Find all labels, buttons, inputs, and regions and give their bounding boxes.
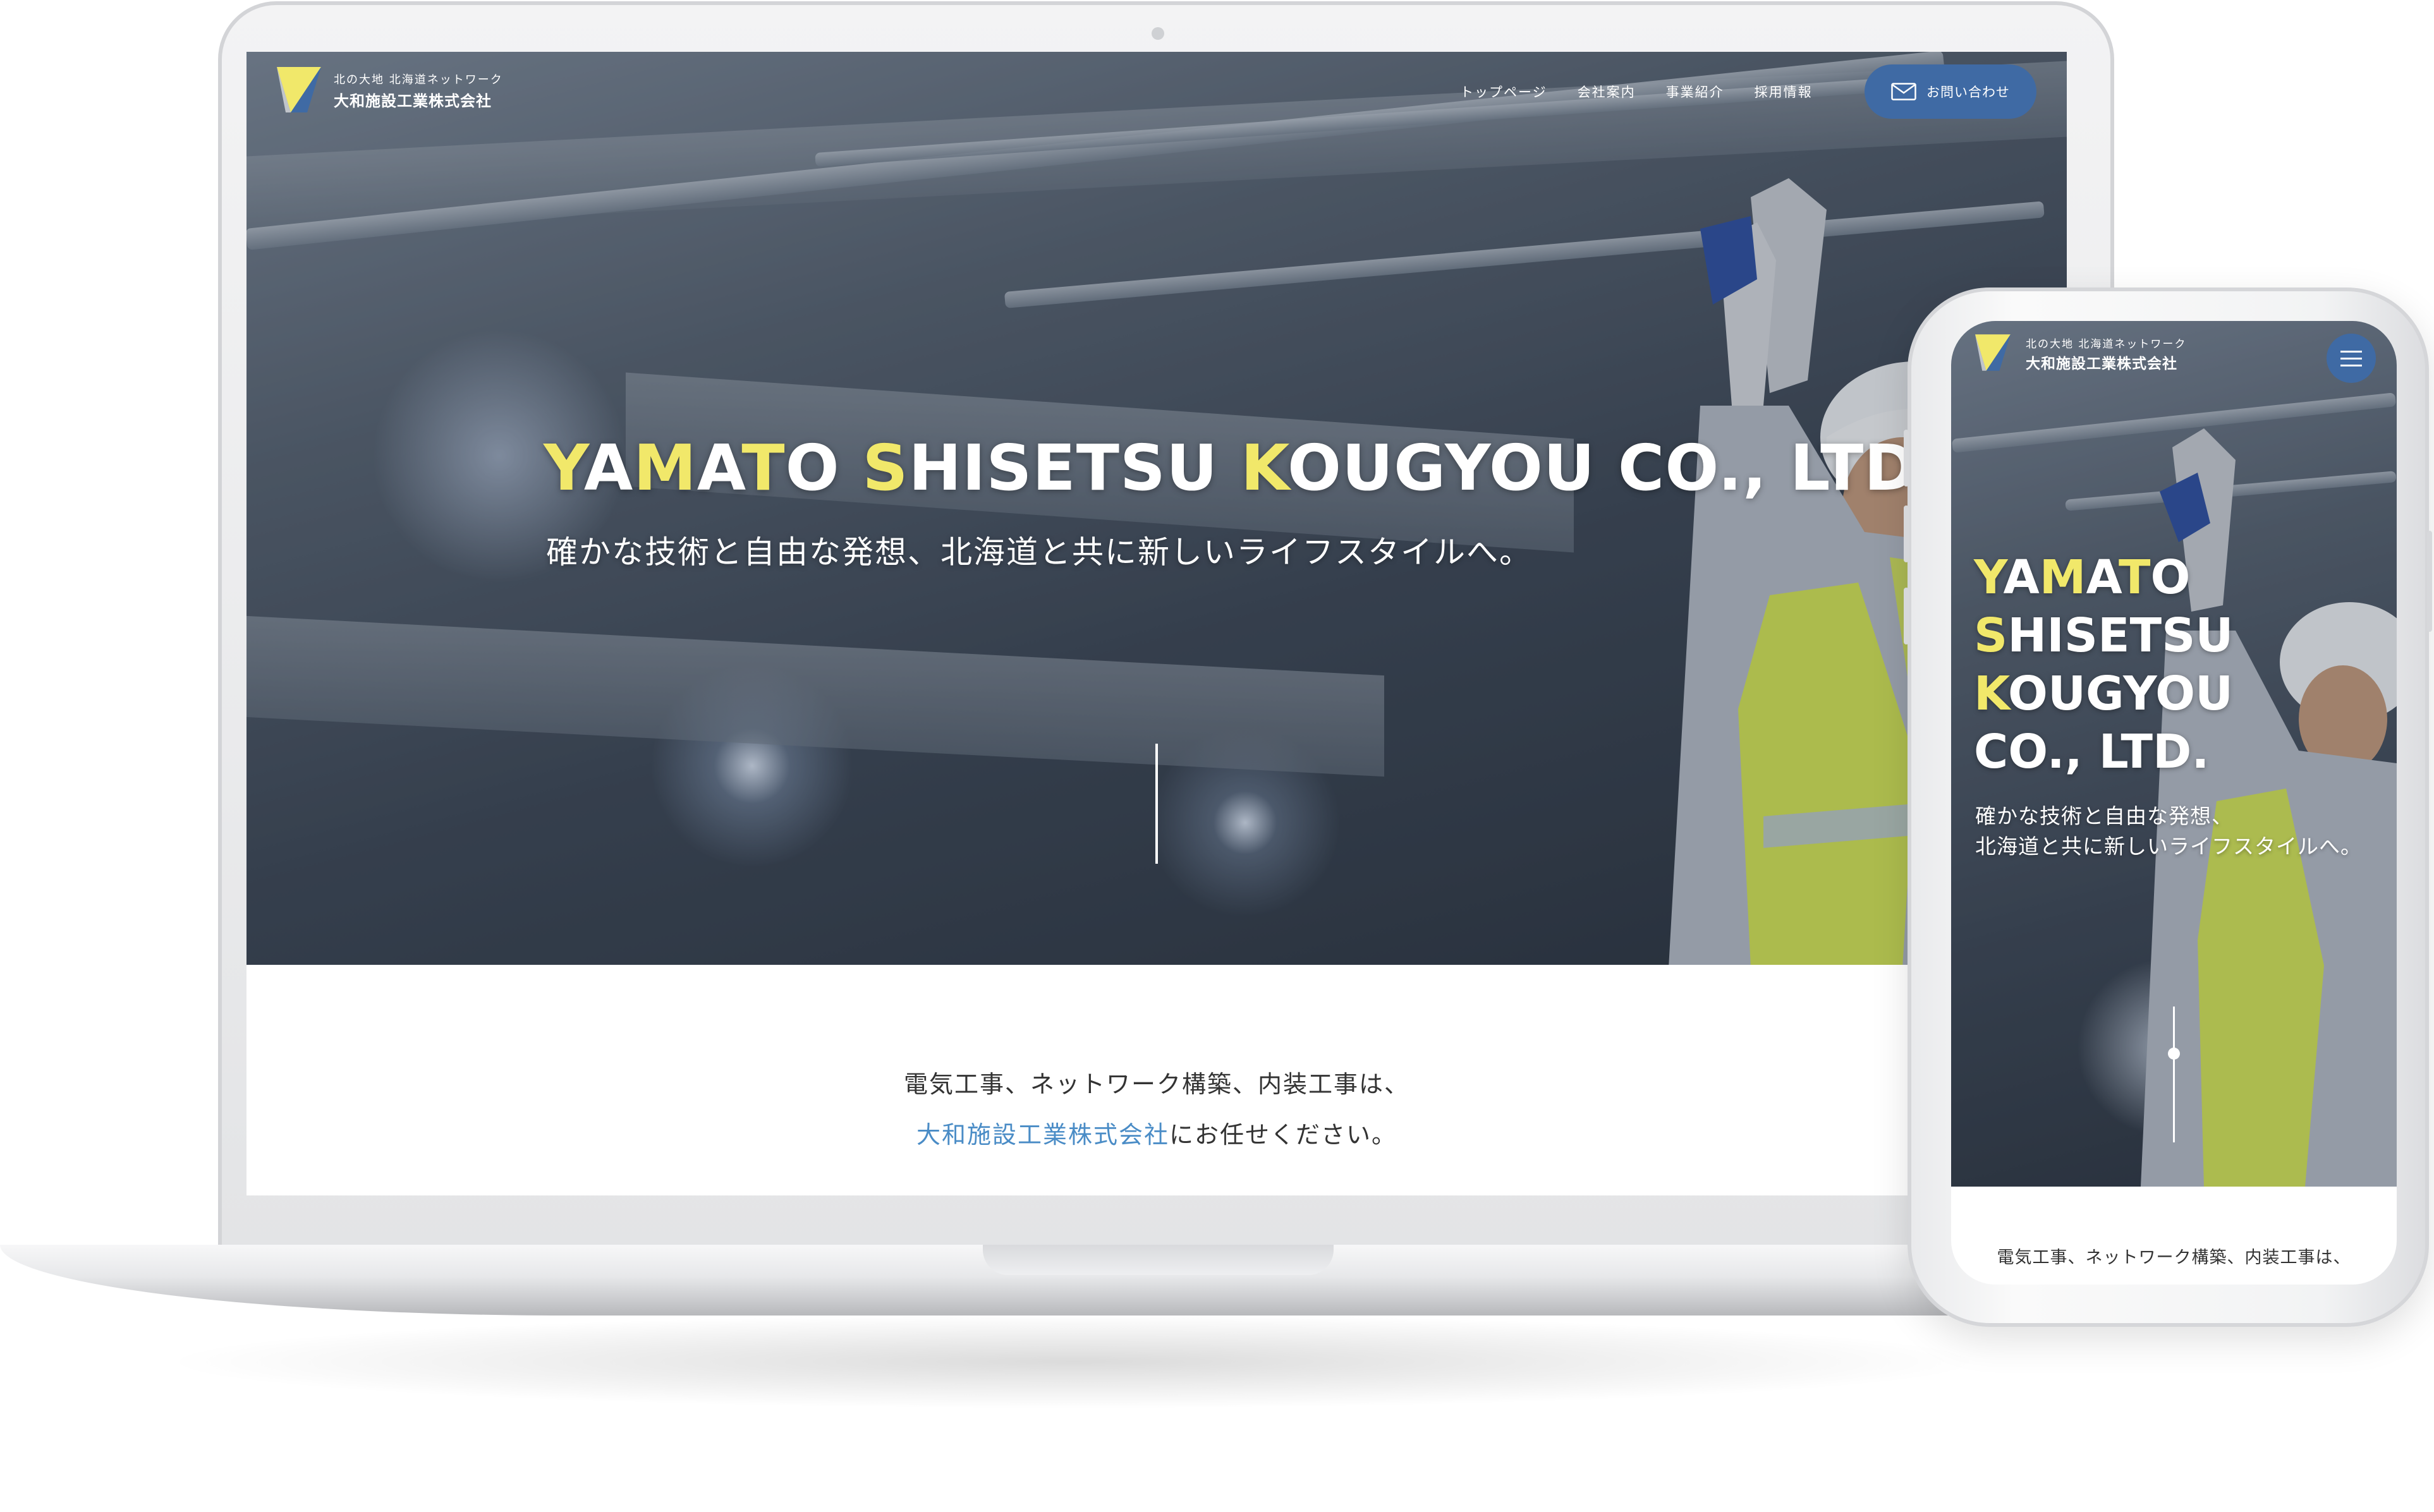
nav-item-recruit[interactable]: 採用情報 xyxy=(1755,82,1813,101)
scroll-indicator-dot xyxy=(2168,1048,2180,1060)
desktop-site-preview: 北の大地 北海道ネットワーク 大和施設工業株式会社 トップページ 会社案内 事業… xyxy=(246,52,2067,1195)
mobile-hero-subtitle: 確かな技術と自由な発想、 北海道と共に新しいライフスタイルへ。 xyxy=(1975,801,2380,862)
mobile-subtitle-line-1: 確かな技術と自由な発想、 xyxy=(1975,804,2233,828)
contact-button-label: お問い合わせ xyxy=(1926,85,2010,100)
intro-line-2: 大和施設工業株式会社にお任せください。 xyxy=(246,1115,2067,1150)
title-text: HISETSU xyxy=(908,431,1241,505)
mail-icon xyxy=(1891,83,1916,100)
hero-subtitle: 確かな技術と自由な発想、北海道と共に新しいライフスタイルへ。 xyxy=(546,534,1532,571)
logo-company-name[interactable]: 大和施設工業株式会社 xyxy=(334,88,492,111)
phone-side-button xyxy=(1904,505,1909,562)
mobile-hero-title: YAMATO SHISETSU KOUGYOU CO., LTD. xyxy=(1974,548,2353,781)
title-initial-letter: M xyxy=(2039,550,2086,605)
phone-power-button xyxy=(2427,531,2432,632)
title-initial-letter: S xyxy=(1974,608,2008,663)
title-text: OUGYOU xyxy=(2008,667,2234,721)
mobile-site-preview: 北の大地 北海道ネットワーク 大和施設工業株式会社 YAMATO SHISETSU… xyxy=(1951,321,2397,1285)
title-text: O xyxy=(785,431,863,505)
title-text: OUGYOU CO., LTD. xyxy=(1287,431,1942,505)
hamburger-menu-icon xyxy=(2340,358,2362,360)
title-initial-letter: S xyxy=(862,431,909,505)
laptop-shadow xyxy=(158,1314,1991,1409)
logo-tagline: 北の大地 北海道ネットワーク xyxy=(334,73,503,87)
title-text: A xyxy=(2086,550,2119,605)
title-initial-letter: T xyxy=(741,431,786,505)
hero-title: YAMATO SHISETSU KOUGYOU CO., LTD. xyxy=(544,431,1942,505)
title-text: O xyxy=(2150,550,2191,605)
logo-company-name[interactable]: 大和施設工業株式会社 xyxy=(2026,351,2177,373)
title-text: CO., LTD. xyxy=(1974,725,2210,779)
mobile-title-line: SHISETSU xyxy=(1974,607,2353,665)
intro-line-1: 電気工事、ネットワーク構築、内装工事は、 xyxy=(903,1070,1409,1098)
phone-side-button xyxy=(1904,430,1909,487)
title-initial-letter: Y xyxy=(1974,550,2004,605)
hero-section: 北の大地 北海道ネットワーク 大和施設工業株式会社 トップページ 会社案内 事業… xyxy=(246,52,2067,968)
title-text: A xyxy=(583,431,634,505)
intro-line-2-text: にお任せください。 xyxy=(1169,1121,1397,1149)
title-initial-letter: K xyxy=(1240,431,1287,505)
hamburger-menu-icon xyxy=(2340,365,2362,366)
laptop-camera xyxy=(1152,27,1164,40)
title-initial-letter: K xyxy=(1974,667,2009,721)
mobile-title-line: YAMATO xyxy=(1974,548,2353,607)
mobile-subtitle-line-2: 北海道と共に新しいライフスタイルへ。 xyxy=(1975,834,2362,859)
phone-side-button xyxy=(1904,588,1909,644)
title-initial-letter: Y xyxy=(544,431,584,505)
intro-section: 電気工事、ネットワーク構築、内装工事は、 大和施設工業株式会社にお任せください。 xyxy=(246,965,2067,1195)
main-nav: トップページ 会社案内 事業紹介 採用情報 xyxy=(1460,82,1813,101)
nav-item-top[interactable]: トップページ xyxy=(1460,82,1547,101)
laptop-notch xyxy=(983,1245,1334,1275)
title-text: HISETSU xyxy=(2007,608,2234,663)
title-text: A xyxy=(697,431,742,505)
title-initial-letter: M xyxy=(633,431,697,505)
intro-company-link[interactable]: 大和施設工業株式会社 xyxy=(916,1121,1169,1149)
title-text: A xyxy=(2003,550,2040,605)
scroll-indicator[interactable] xyxy=(1155,744,1158,864)
logo-tagline: 北の大地 北海道ネットワーク xyxy=(2026,338,2187,351)
mobile-title-line: CO., LTD. xyxy=(1974,723,2353,781)
nav-item-business[interactable]: 事業紹介 xyxy=(1666,82,1724,101)
title-initial-letter: T xyxy=(2118,550,2151,605)
site-header: 北の大地 北海道ネットワーク 大和施設工業株式会社 トップページ 会社案内 事業… xyxy=(246,52,2067,159)
mobile-title-line: KOUGYOU xyxy=(1974,665,2353,723)
hamburger-menu-icon xyxy=(2340,351,2362,353)
hamburger-menu-button[interactable] xyxy=(2327,334,2376,383)
scroll-indicator[interactable] xyxy=(2173,1007,2175,1142)
nav-item-company[interactable]: 会社案内 xyxy=(1578,82,1636,101)
yamato-logo-icon[interactable] xyxy=(1975,334,2011,372)
mobile-hero-section: 北の大地 北海道ネットワーク 大和施設工業株式会社 YAMATO SHISETSU… xyxy=(1951,321,2397,1187)
contact-button[interactable]: お問い合わせ xyxy=(1865,64,2036,119)
yamato-logo-icon[interactable] xyxy=(277,67,321,112)
mobile-intro-line-1: 電気工事、ネットワーク構築、内装工事は、 xyxy=(1997,1248,2351,1267)
